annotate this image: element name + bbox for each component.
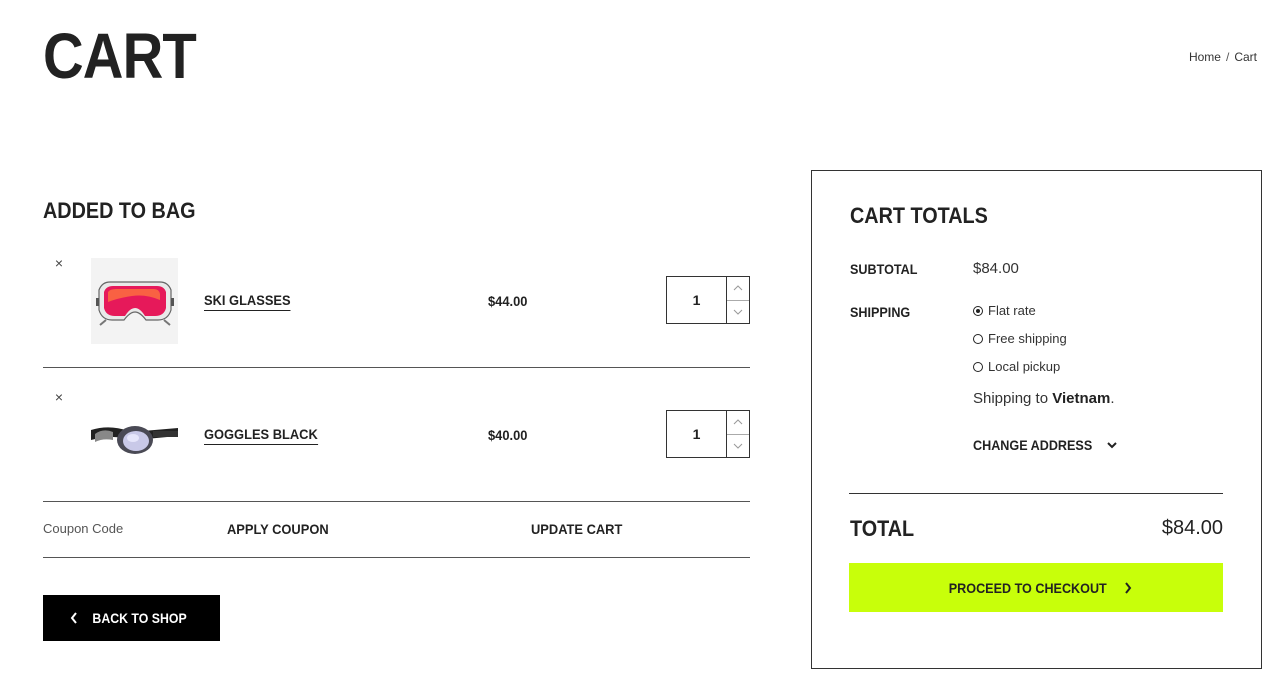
product-name-link[interactable]: GOGGLES BLACK <box>204 426 318 445</box>
quantity-input[interactable] <box>667 277 727 323</box>
chevron-down-icon <box>733 309 743 315</box>
shipping-option-label: Local pickup <box>988 359 1061 374</box>
chevron-down-icon <box>1106 442 1117 449</box>
product-thumbnail[interactable] <box>91 392 178 478</box>
radio-checked-icon <box>973 305 983 316</box>
back-to-shop-button[interactable]: BACK TO SHOP <box>43 595 220 641</box>
cart-item-row: × GOGGLES BLACK $40.00 <box>43 390 750 502</box>
subtotal-label: SUBTOTAL <box>850 261 918 277</box>
apply-coupon-button[interactable]: APPLY COUPON <box>227 521 329 537</box>
coupon-bar: APPLY COUPON UPDATE CART <box>43 501 750 558</box>
swim-goggles-image <box>91 426 178 454</box>
shipping-option-free-shipping[interactable]: Free shipping <box>973 331 1067 346</box>
chevron-right-icon <box>1124 581 1132 594</box>
change-address-toggle[interactable]: CHANGE ADDRESS <box>973 437 1118 453</box>
quantity-input[interactable] <box>667 411 727 457</box>
ski-goggles-image <box>95 281 174 326</box>
chevron-up-icon <box>733 419 743 425</box>
breadcrumb-current: Cart <box>1234 50 1257 64</box>
shipping-country: Vietnam <box>1052 390 1111 407</box>
cart-totals-panel: CART TOTALS SUBTOTAL $84.00 SHIPPING Fla… <box>811 170 1262 669</box>
quantity-stepper <box>666 410 750 458</box>
shipping-destination: Shipping to Vietnam. <box>973 390 1115 407</box>
checkout-label: PROCEED TO CHECKOUT <box>948 579 1107 596</box>
remove-item-button[interactable]: × <box>52 390 66 404</box>
shipping-to-suffix: . <box>1110 390 1115 407</box>
total-label: TOTAL <box>850 516 915 541</box>
quantity-decrease-button[interactable] <box>727 433 749 458</box>
quantity-increase-button[interactable] <box>727 277 749 300</box>
breadcrumb-home-link[interactable]: Home <box>1189 50 1221 64</box>
radio-unchecked-icon <box>973 333 983 344</box>
shipping-option-label: Flat rate <box>988 303 1036 318</box>
back-to-shop-label: BACK TO SHOP <box>92 610 187 626</box>
product-name-link[interactable]: SKI GLASSES <box>204 292 291 311</box>
product-price: $44.00 <box>488 293 528 309</box>
remove-item-button[interactable]: × <box>52 256 66 270</box>
chevron-left-icon <box>70 612 77 624</box>
shipping-label: SHIPPING <box>850 304 911 320</box>
totals-divider <box>849 493 1223 494</box>
proceed-to-checkout-button[interactable]: PROCEED TO CHECKOUT <box>849 563 1223 612</box>
bag-section-title: ADDED TO BAG <box>43 198 196 223</box>
shipping-option-local-pickup[interactable]: Local pickup <box>973 359 1060 374</box>
subtotal-value: $84.00 <box>973 260 1019 277</box>
quantity-decrease-button[interactable] <box>727 299 749 324</box>
total-value: $84.00 <box>1161 517 1223 539</box>
update-cart-button[interactable]: UPDATE CART <box>531 521 622 537</box>
radio-unchecked-icon <box>973 361 983 372</box>
breadcrumb-separator: / <box>1225 50 1230 64</box>
page-title: CART <box>43 20 197 92</box>
quantity-increase-button[interactable] <box>727 411 749 434</box>
cart-totals-title: CART TOTALS <box>850 203 988 228</box>
cart-item-row: × SKI GLASSES $44.00 <box>43 256 750 368</box>
quantity-stepper <box>666 276 750 324</box>
chevron-up-icon <box>733 285 743 291</box>
product-thumbnail[interactable] <box>91 258 178 344</box>
shipping-to-prefix: Shipping to <box>973 390 1049 407</box>
chevron-down-icon <box>733 443 743 449</box>
shipping-option-label: Free shipping <box>988 331 1067 346</box>
change-address-label: CHANGE ADDRESS <box>973 437 1093 453</box>
shipping-option-flat-rate[interactable]: Flat rate <box>973 303 1036 318</box>
breadcrumb: Home / Cart <box>1189 50 1257 64</box>
product-price: $40.00 <box>488 427 528 443</box>
coupon-code-input[interactable] <box>43 521 203 536</box>
